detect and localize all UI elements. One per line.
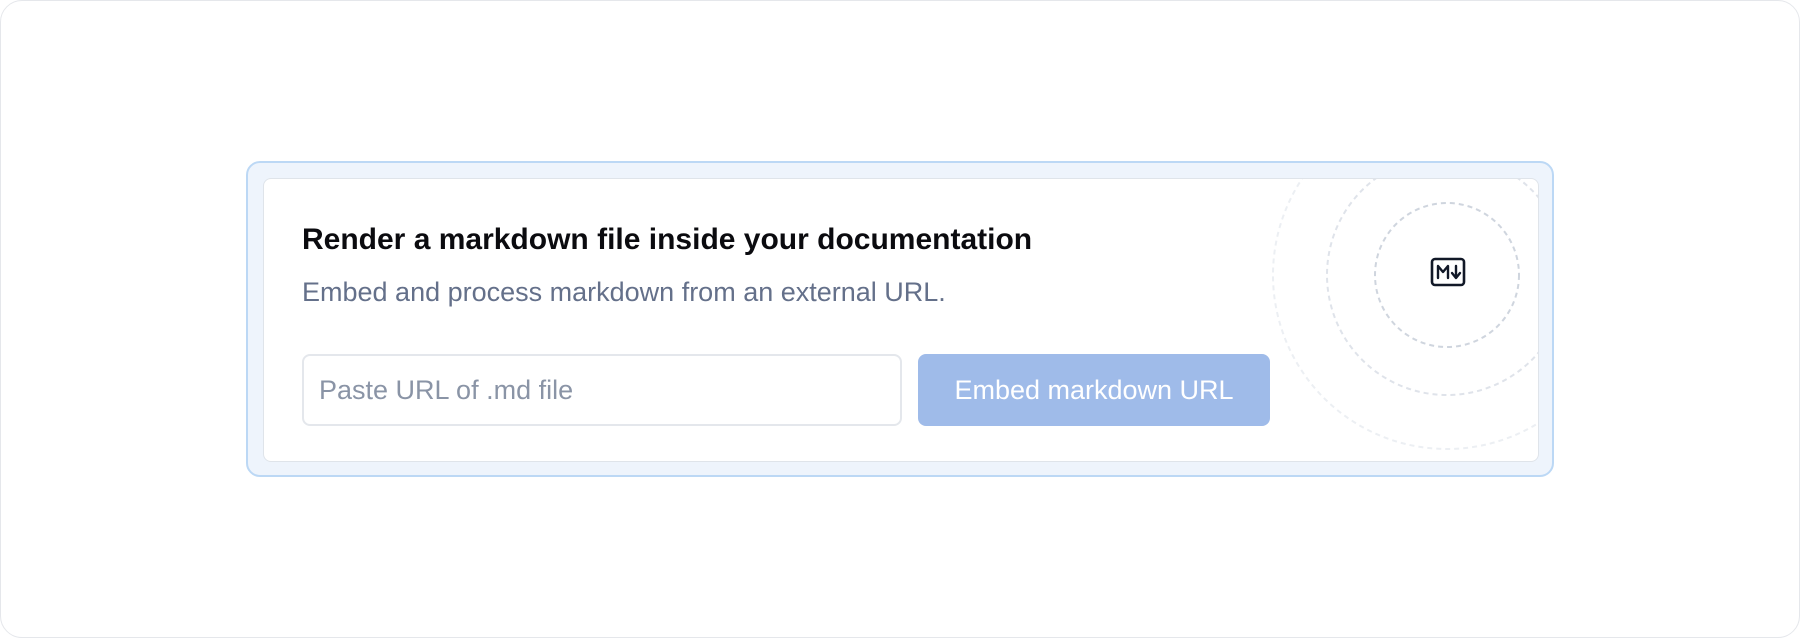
markdown-embed-block: Render a markdown file inside your docum… [246, 161, 1554, 477]
page-background: Render a markdown file inside your docum… [0, 0, 1800, 638]
embed-title: Render a markdown file inside your docum… [302, 223, 1033, 256]
embed-subtitle: Embed and process markdown from an exter… [302, 277, 946, 307]
markdown-icon [1430, 257, 1466, 287]
markdown-embed-card: Render a markdown file inside your docum… [263, 178, 1539, 462]
markdown-url-input[interactable] [302, 354, 902, 426]
embed-markdown-url-button[interactable]: Embed markdown URL [918, 354, 1270, 426]
